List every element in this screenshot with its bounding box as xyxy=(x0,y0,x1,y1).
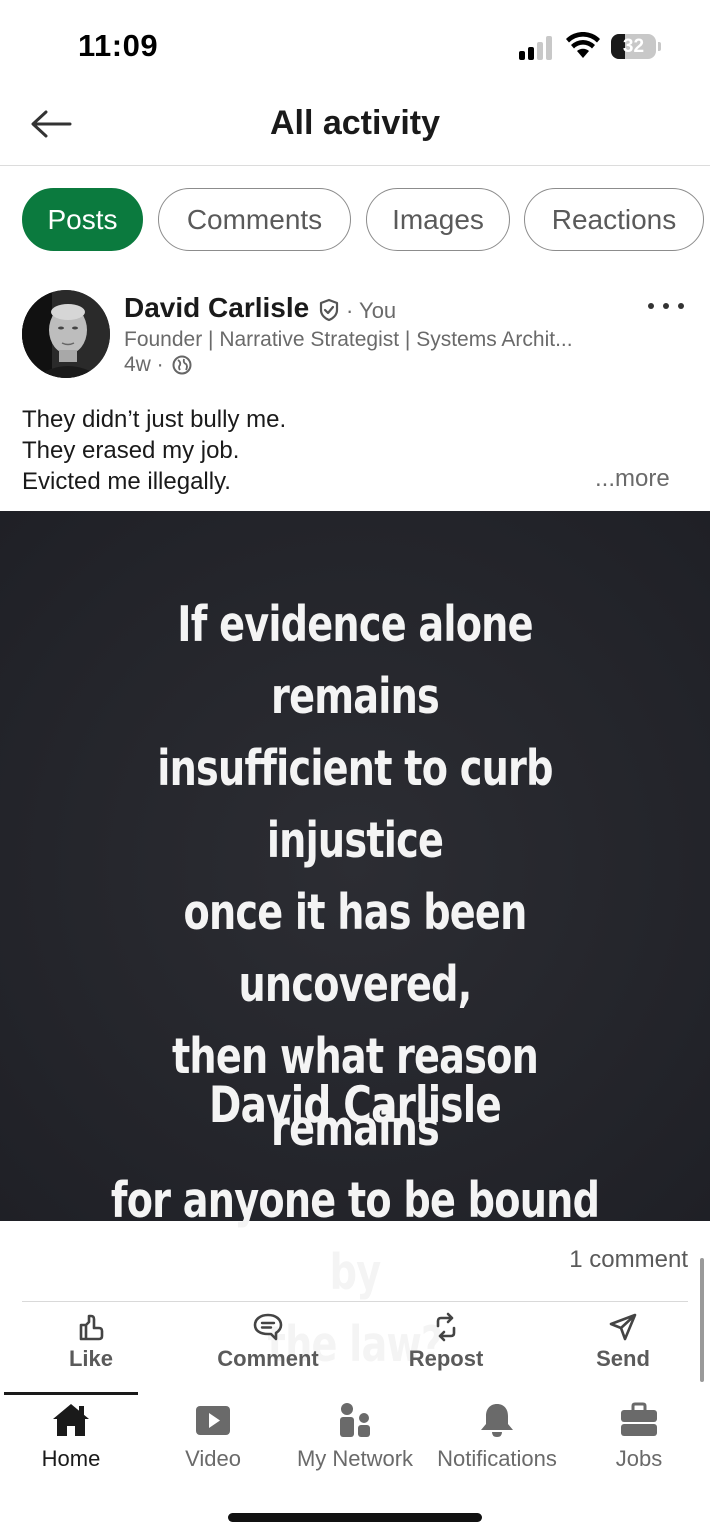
nav-active-indicator xyxy=(4,1392,138,1395)
chip-comments[interactable]: Comments xyxy=(158,188,351,251)
status-bar: 11:09 32 xyxy=(0,0,710,90)
page-title: All activity xyxy=(269,104,441,142)
avatar[interactable] xyxy=(22,290,110,378)
battery-level: 32 xyxy=(622,36,645,57)
nav-item-jobs[interactable]: Jobs xyxy=(568,1398,710,1478)
battery-icon: 32 xyxy=(611,34,661,60)
comment-count[interactable]: 1 comment xyxy=(569,1246,688,1274)
nav-item-home[interactable]: Home xyxy=(0,1398,142,1478)
signal-icon xyxy=(519,36,555,60)
relationship-label: · You xyxy=(346,298,397,323)
repost-label: Repost xyxy=(408,1346,484,1371)
quote-line: for anyone to be bound by xyxy=(110,1172,600,1301)
nav-label-video: Video xyxy=(185,1446,241,1471)
quote-line: once it has been uncovered, xyxy=(183,884,527,1013)
repost-button[interactable]: Repost xyxy=(396,1312,496,1374)
post-image[interactable]: If evidence alone remains insufficient t… xyxy=(0,511,710,1373)
more-options-button[interactable] xyxy=(648,293,684,319)
send-button[interactable]: Send xyxy=(582,1312,664,1374)
quote-author: David Carlisle xyxy=(208,1076,502,1134)
post-text-line: They erased my job. xyxy=(22,437,240,464)
nav-label-notifications: Notifications xyxy=(437,1446,557,1471)
comment-button[interactable]: Comment xyxy=(206,1312,330,1374)
post-text-line: They didn’t just bully me. xyxy=(22,406,287,433)
chip-posts[interactable]: Posts xyxy=(22,188,143,251)
like-button[interactable]: Like xyxy=(50,1312,132,1374)
chip-reactions[interactable]: Reactions xyxy=(524,188,704,251)
filter-chips: Posts Comments Images Reactions xyxy=(22,188,710,252)
send-label: Send xyxy=(596,1346,650,1371)
post-text-line: Evicted me illegally. xyxy=(22,468,231,495)
scrollbar xyxy=(700,1258,704,1382)
post-meta: 4w · xyxy=(124,353,192,377)
home-icon xyxy=(53,1404,89,1436)
quote-line: If evidence alone remains xyxy=(177,596,533,725)
quote-line: insufficient to curb injustice xyxy=(157,740,553,869)
chip-images[interactable]: Images xyxy=(366,188,510,251)
globe-icon xyxy=(172,355,192,375)
divider xyxy=(22,1301,688,1302)
wifi-icon xyxy=(566,32,600,58)
quote-line: the law? xyxy=(267,1316,444,1373)
author-headline: Founder | Narrative Strategist | Systems… xyxy=(124,328,573,351)
briefcase-icon xyxy=(621,1402,657,1436)
thumbs-up-icon xyxy=(79,1314,104,1341)
network-icon xyxy=(340,1403,370,1437)
post-age: 4w · xyxy=(124,353,164,376)
repost-icon xyxy=(436,1312,456,1342)
page-header: All activity xyxy=(0,90,710,166)
see-more-link[interactable]: ...more xyxy=(595,465,670,493)
nav-label-home: Home xyxy=(41,1446,101,1471)
home-indicator xyxy=(228,1513,482,1522)
author-name[interactable]: David Carlisle xyxy=(124,292,309,324)
nav-label-jobs: Jobs xyxy=(615,1446,663,1471)
like-label: Like xyxy=(68,1346,114,1371)
nav-item-video[interactable]: Video xyxy=(142,1398,284,1478)
comment-label: Comment xyxy=(217,1346,319,1371)
video-icon xyxy=(196,1406,230,1435)
send-icon xyxy=(609,1313,637,1341)
quote-text: If evidence alone remains insufficient t… xyxy=(94,589,617,1381)
nav-item-my-network[interactable]: My Network xyxy=(284,1398,426,1478)
status-time: 11:09 xyxy=(78,28,159,63)
comment-icon xyxy=(253,1313,283,1341)
verified-icon xyxy=(319,298,339,322)
nav-item-notifications[interactable]: Notifications xyxy=(426,1398,568,1478)
bell-icon xyxy=(481,1404,513,1437)
nav-label-my-network: My Network xyxy=(296,1446,414,1471)
post-text: They didn’t just bully me. They erased m… xyxy=(22,404,682,497)
